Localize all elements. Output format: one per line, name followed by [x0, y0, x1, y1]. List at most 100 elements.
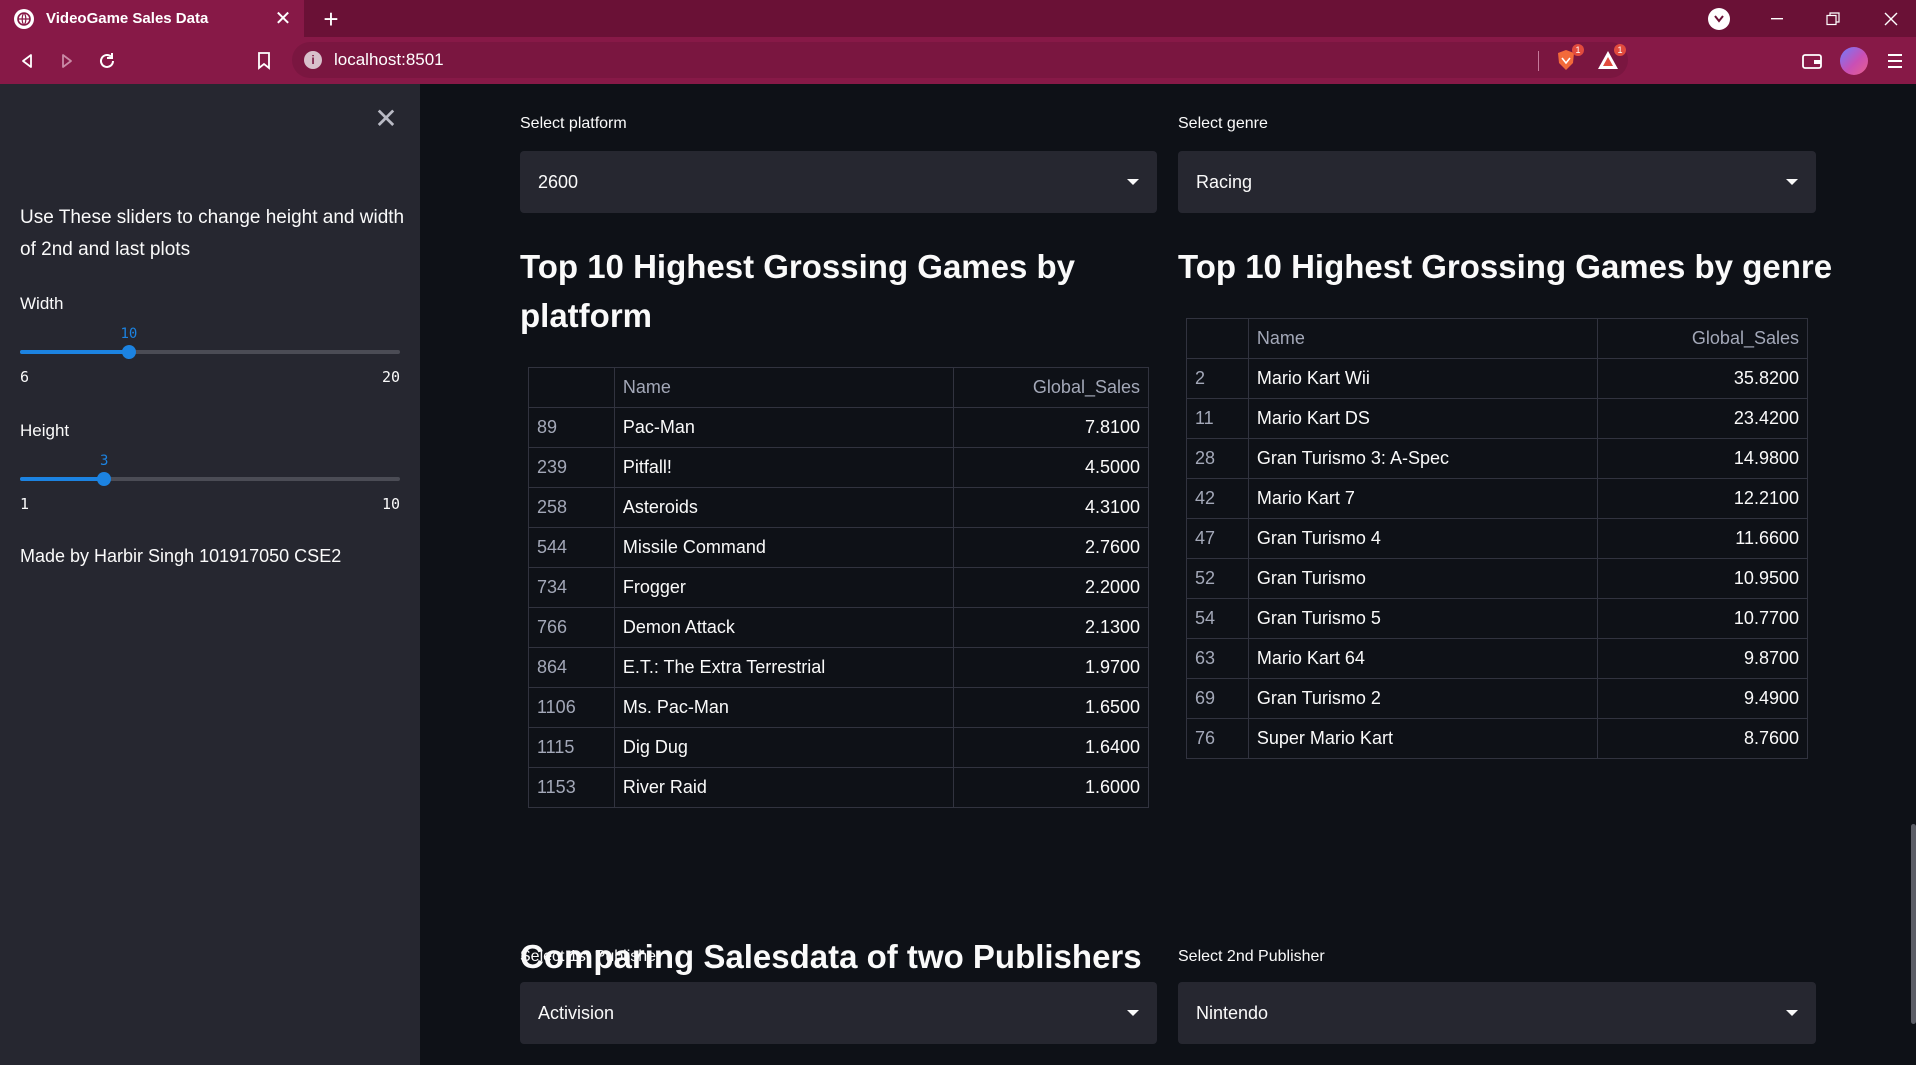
main-content: Select platform 2600 Select genre Racing…: [420, 84, 1916, 1065]
global-sales-cell: 1.6400: [953, 727, 1149, 768]
restore-icon[interactable]: [1808, 0, 1858, 37]
global-sales-cell: 2.7600: [953, 527, 1149, 568]
browser-titlebar: VideoGame Sales Data ✕ +: [0, 0, 1916, 37]
global-sales-cell: 12.2100: [1597, 478, 1808, 519]
game-name-cell: E.T.: The Extra Terrestrial: [613, 647, 955, 688]
table-row[interactable]: 1153 River Raid 1.6000: [528, 767, 1149, 808]
global-sales-cell: 14.9800: [1597, 438, 1808, 479]
table-row[interactable]: 1106 Ms. Pac-Man 1.6500: [528, 687, 1149, 728]
global-sales-cell: 11.6600: [1597, 518, 1808, 559]
table-row[interactable]: 76 Super Mario Kart 8.7600: [1186, 718, 1808, 759]
brave-rewards-badge: 1: [1614, 44, 1626, 56]
brave-rewards-icon[interactable]: 1: [1596, 44, 1626, 72]
platform-select-value: 2600: [538, 171, 579, 192]
table-row[interactable]: 54 Gran Turismo 5 10.7700: [1186, 598, 1808, 639]
game-name-cell: Demon Attack: [613, 607, 955, 648]
global-sales-cell: 9.8700: [1597, 638, 1808, 679]
second-publisher-select[interactable]: Nintendo: [1178, 982, 1816, 1044]
game-name-cell: River Raid: [613, 767, 955, 808]
global-sales-cell: 23.4200: [1597, 398, 1808, 439]
global-sales-column-header[interactable]: Global_Sales: [1597, 318, 1808, 359]
genre-dataframe[interactable]: Name Global_Sales 2 Mario Kart Wii 35.8200…: [1186, 318, 1808, 759]
site-info-icon[interactable]: i: [304, 51, 322, 69]
platform-dataframe[interactable]: Name Global_Sales 89 Pac-Man 7.8100 239 Pitf…: [528, 367, 1149, 808]
table-row[interactable]: 47 Gran Turismo 4 11.6600: [1186, 518, 1808, 559]
game-name-cell: Mario Kart DS: [1247, 398, 1599, 439]
reload-icon[interactable]: [90, 44, 124, 78]
game-name-cell: Asteroids: [613, 487, 955, 528]
first-publisher-label: Select 1st Publisher: [520, 948, 662, 965]
table-row[interactable]: 28 Gran Turismo 3: A-Spec 14.9800: [1186, 438, 1808, 479]
bookmark-icon[interactable]: [247, 44, 281, 78]
name-column-header[interactable]: Name: [613, 367, 955, 408]
sidebar-close-icon[interactable]: ✕: [372, 103, 400, 134]
game-name-cell: Ms. Pac-Man: [613, 687, 955, 728]
wallet-icon[interactable]: [1797, 46, 1827, 76]
height-slider[interactable]: 3 1 10: [20, 453, 400, 513]
brave-shields-icon[interactable]: 1: [1554, 44, 1584, 72]
row-index: 1153: [528, 767, 615, 808]
table-row[interactable]: 766 Demon Attack 2.1300: [528, 607, 1149, 648]
global-sales-column-header[interactable]: Global_Sales: [953, 367, 1149, 408]
table-row[interactable]: 1115 Dig Dug 1.6400: [528, 727, 1149, 768]
address-bar[interactable]: i localhost:8501 1 1: [292, 42, 1628, 78]
menu-hamburger-icon[interactable]: [1880, 46, 1910, 76]
window-close-icon[interactable]: [1866, 0, 1916, 37]
second-publisher-value: Nintendo: [1196, 1002, 1269, 1023]
table-row[interactable]: 89 Pac-Man 7.8100: [528, 407, 1149, 448]
height-slider-max: 10: [381, 495, 400, 513]
table-row[interactable]: 258 Asteroids 4.3100: [528, 487, 1149, 528]
row-index: 63: [1186, 638, 1249, 679]
table-row[interactable]: 42 Mario Kart 7 12.2100: [1186, 478, 1808, 519]
global-sales-cell: 35.8200: [1597, 358, 1808, 399]
global-sales-cell: 1.6500: [953, 687, 1149, 728]
table-row[interactable]: 52 Gran Turismo 10.9500: [1186, 558, 1808, 599]
tab-search-chevron-icon[interactable]: [1708, 8, 1730, 30]
row-index: 864: [528, 647, 615, 688]
game-name-cell: Mario Kart Wii: [1247, 358, 1599, 399]
row-index: 1106: [528, 687, 615, 728]
width-slider-value: 10: [120, 326, 138, 342]
genre-select[interactable]: Racing: [1178, 151, 1816, 213]
table-row[interactable]: 11 Mario Kart DS 23.4200: [1186, 398, 1808, 439]
first-publisher-select[interactable]: Activision: [520, 982, 1157, 1044]
browser-tab[interactable]: VideoGame Sales Data ✕: [0, 0, 304, 37]
index-column-header[interactable]: [528, 367, 615, 408]
row-index: 76: [1186, 718, 1249, 759]
global-sales-cell: 4.3100: [953, 487, 1149, 528]
table-row[interactable]: 2 Mario Kart Wii 35.8200: [1186, 358, 1808, 399]
table-row[interactable]: 63 Mario Kart 64 9.8700: [1186, 638, 1808, 679]
width-slider-thumb[interactable]: [122, 345, 136, 359]
table-row[interactable]: 544 Missile Command 2.7600: [528, 527, 1149, 568]
width-slider[interactable]: 10 6 20: [20, 326, 400, 386]
sidebar: ✕ Use These sliders to change height and…: [0, 84, 420, 1065]
row-index: 47: [1186, 518, 1249, 559]
game-name-cell: Gran Turismo 2: [1247, 678, 1599, 719]
global-sales-cell: 2.2000: [953, 567, 1149, 608]
index-column-header[interactable]: [1186, 318, 1249, 359]
platform-select[interactable]: 2600: [520, 151, 1157, 213]
tab-close-icon[interactable]: ✕: [268, 4, 298, 34]
row-index: 11: [1186, 398, 1249, 439]
table-row[interactable]: 239 Pitfall! 4.5000: [528, 447, 1149, 488]
table-header-row: Name Global_Sales: [1186, 318, 1808, 359]
new-tab-plus-icon[interactable]: +: [316, 4, 346, 34]
forward-arrow-icon[interactable]: [50, 44, 84, 78]
platform-select-label: Select platform: [520, 115, 627, 132]
first-publisher-value: Activision: [538, 1002, 615, 1023]
table-row[interactable]: 734 Frogger 2.2000: [528, 567, 1149, 608]
height-slider-thumb[interactable]: [97, 472, 111, 486]
brave-shields-badge: 1: [1572, 44, 1584, 56]
global-sales-cell: 10.7700: [1597, 598, 1808, 639]
sidebar-intro-text: Use These sliders to change height and w…: [20, 207, 405, 260]
profile-avatar[interactable]: [1839, 46, 1869, 76]
game-name-cell: Missile Command: [613, 527, 955, 568]
row-index: 2: [1186, 358, 1249, 399]
game-name-cell: Mario Kart 64: [1247, 638, 1599, 679]
table-row[interactable]: 864 E.T.: The Extra Terrestrial 1.9700: [528, 647, 1149, 688]
name-column-header[interactable]: Name: [1247, 318, 1599, 359]
minimize-icon[interactable]: [1752, 0, 1802, 37]
back-arrow-icon[interactable]: [10, 44, 44, 78]
page-scrollbar[interactable]: [1911, 824, 1916, 1024]
table-row[interactable]: 69 Gran Turismo 2 9.4900: [1186, 678, 1808, 719]
